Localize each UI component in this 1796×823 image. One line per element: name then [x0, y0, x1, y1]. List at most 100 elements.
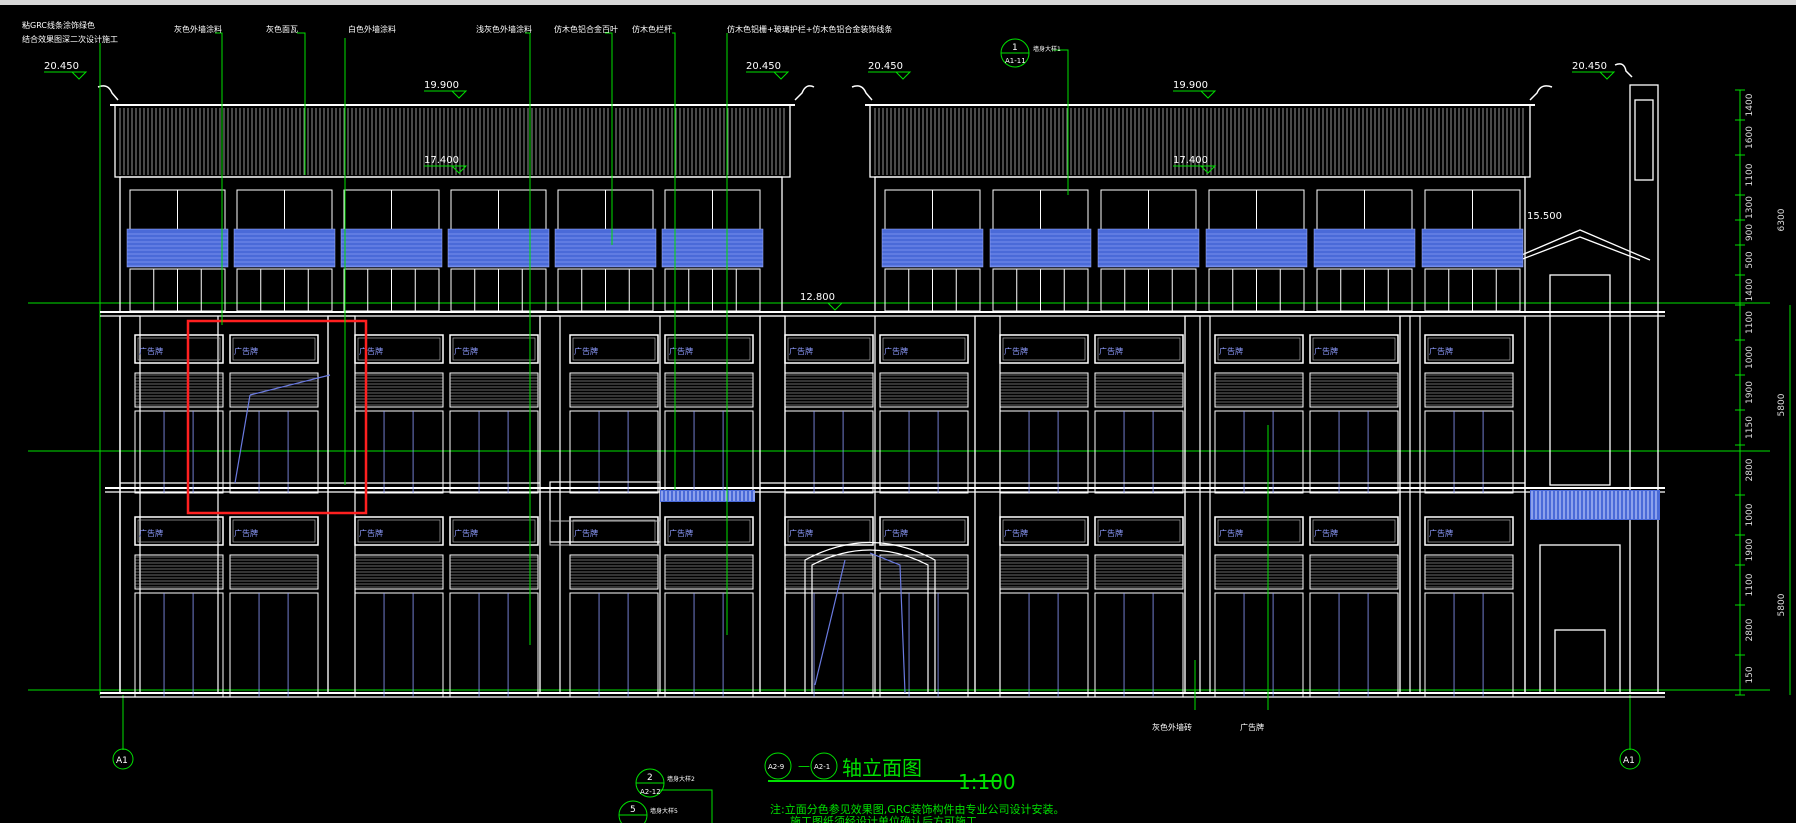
annotation-grc-2: 结合效果图深二次设计施工 — [22, 34, 118, 44]
shop-unit: 广告牌 — [1309, 516, 1399, 698]
shop-sign-label: 广告牌 — [234, 346, 258, 356]
shop-unit: 广告牌 — [1094, 516, 1184, 698]
shop-sign-label: 广告牌 — [139, 346, 163, 356]
arch-passage — [804, 541, 936, 694]
svg-text:A1-11: A1-11 — [1005, 57, 1026, 65]
svg-text:—: — — [798, 759, 810, 773]
shop-sign-label: 广告牌 — [234, 528, 258, 538]
upper-window-bay — [989, 189, 1092, 312]
svg-text:A2-12: A2-12 — [640, 788, 661, 796]
shop-sign-label: 广告牌 — [454, 528, 478, 538]
svg-text:20.450: 20.450 — [746, 61, 781, 72]
dimension-value: 2800 — [1745, 458, 1755, 481]
shop-unit: 广告牌 — [784, 334, 874, 494]
svg-text:19.900: 19.900 — [424, 80, 459, 91]
shop-sign-label: 广告牌 — [1219, 346, 1243, 356]
upper-window-bay — [126, 189, 229, 312]
upper-window-bay — [1313, 189, 1416, 312]
shop-sign-label: 广告牌 — [574, 346, 598, 356]
shop-sign-label: 广告牌 — [1314, 346, 1338, 356]
shop-unit: 广告牌 — [879, 334, 969, 494]
shop-sign-label: 广告牌 — [1099, 346, 1123, 356]
shop-sign-label: 广告牌 — [884, 528, 908, 538]
shop-unit: 广告牌 — [134, 516, 224, 698]
svg-text:A2-1: A2-1 — [814, 763, 830, 771]
shop-unit: 广告牌 — [879, 516, 969, 698]
shop-sign-label: 广告牌 — [669, 346, 693, 356]
column — [327, 315, 356, 694]
svg-text:20.450: 20.450 — [1572, 61, 1607, 72]
dimension-value: 1000 — [1745, 503, 1755, 526]
shop-sign-label: 广告牌 — [454, 346, 478, 356]
shop-unit: 广告牌 — [229, 516, 319, 698]
upper-window-bay — [1421, 189, 1524, 312]
shop-unit: 广告牌 — [1094, 334, 1184, 494]
svg-text:注:立面分色参见效果图,GRC装饰构件由专业公司设计安装。: 注:立面分色参见效果图,GRC装饰构件由专业公司设计安装。 — [770, 802, 1065, 816]
shop-unit: 广告牌 — [449, 334, 539, 494]
shop-unit: 广告牌 — [664, 516, 754, 698]
shop-unit: 广告牌 — [569, 334, 659, 494]
shop-sign-label: 广告牌 — [359, 528, 383, 538]
drawing-notes: 注:立面分色参见效果图,GRC装饰构件由专业公司设计安装。 施工图纸须经设计单位… — [770, 802, 1065, 823]
dimension-value: 900 — [1745, 224, 1755, 241]
svg-text:1: 1 — [1012, 43, 1018, 53]
selection-highlight[interactable] — [186, 319, 368, 515]
column — [759, 315, 786, 694]
shop-sign-label: 广告牌 — [1099, 528, 1123, 538]
shop-sign-label: 广告牌 — [1429, 528, 1453, 538]
dimension-total: 5800 — [1777, 593, 1787, 616]
annotation-wall-tile: 灰色外墙砖 — [1152, 722, 1192, 732]
detail-mark-5: 5 墙身大样5 — [618, 800, 678, 823]
shop-unit: 广告牌 — [664, 334, 754, 494]
shopfronts: 广告牌 广告牌 广告牌 广告牌 广告牌 广告牌 广告牌 广告牌 广告牌 广告牌 广告牌 广告牌 广告牌广… — [134, 334, 1514, 698]
dimension-value: 1300 — [1745, 196, 1755, 219]
dimension-value: 1600 — [1745, 126, 1755, 149]
svg-text:墙身大样5: 墙身大样5 — [650, 807, 678, 815]
svg-text:施工图纸须经设计单位确认后方可施工: 施工图纸须经设计单位确认后方可施工 — [790, 814, 977, 823]
shop-sign-label: 广告牌 — [1219, 528, 1243, 538]
elevation-symbols — [44, 71, 1616, 311]
upper-window-bay — [554, 189, 657, 312]
annotation-white-paint: 白色外墙涂料 — [348, 24, 396, 34]
upper-window-bay — [1205, 189, 1308, 312]
shop-unit: 广告牌 — [569, 516, 659, 698]
svg-text:12.800: 12.800 — [800, 292, 835, 303]
dimension-total: 5800 — [1777, 393, 1787, 416]
shop-unit: 广告牌 — [999, 334, 1089, 494]
dimension-value: 1150 — [1745, 416, 1755, 439]
shop-unit: 广告牌 — [229, 334, 319, 494]
shop-sign-label: 广告牌 — [359, 346, 383, 356]
svg-text:20.450: 20.450 — [868, 61, 903, 72]
upper-window-bay — [661, 189, 764, 312]
svg-text:轴立面图: 轴立面图 — [842, 756, 922, 780]
dimension-value: 1900 — [1745, 381, 1755, 404]
detail-mark-2: 2 A2-12 墙身大样2 — [635, 768, 695, 798]
svg-text:17.400: 17.400 — [424, 155, 459, 166]
upper-window-bay — [447, 189, 550, 312]
annotation-railing: 仿木色栏杆 — [632, 24, 672, 34]
shop-unit: 广告牌 — [134, 334, 224, 494]
dimension-value: 500 — [1745, 251, 1755, 268]
annotation-light-gray-paint: 浅灰色外墙涂料 — [476, 24, 532, 34]
shop-unit: 广告牌 — [1214, 516, 1304, 698]
shop-unit: 广告牌 — [1424, 516, 1514, 698]
column — [974, 315, 1001, 694]
annotation-louver: 仿木色铝合金百叶 — [554, 24, 618, 34]
highlight-detail-line — [234, 374, 331, 484]
shop-sign-label: 广告牌 — [1004, 346, 1028, 356]
shop-unit: 广告牌 — [1424, 334, 1514, 494]
svg-text:5: 5 — [630, 805, 636, 815]
svg-text:1:100: 1:100 — [958, 770, 1016, 794]
roof-right — [851, 63, 1633, 178]
shop-sign-label: 广告牌 — [574, 528, 598, 538]
shop-sign-label: 广告牌 — [1429, 346, 1453, 356]
shop-sign-label: 广告牌 — [1314, 528, 1338, 538]
axis-label-right: A1 — [1623, 756, 1635, 766]
svg-text:19.900: 19.900 — [1173, 80, 1208, 91]
dimension-value: 1000 — [1745, 346, 1755, 369]
cad-drawing-canvas[interactable]: 1400160011001300900500140011001000190011… — [0, 5, 1796, 823]
svg-text:A2-9: A2-9 — [768, 763, 784, 771]
shop-unit: 广告牌 — [1309, 334, 1399, 494]
dimension-value: 1100 — [1745, 163, 1755, 186]
axis-label-left: A1 — [116, 756, 128, 766]
